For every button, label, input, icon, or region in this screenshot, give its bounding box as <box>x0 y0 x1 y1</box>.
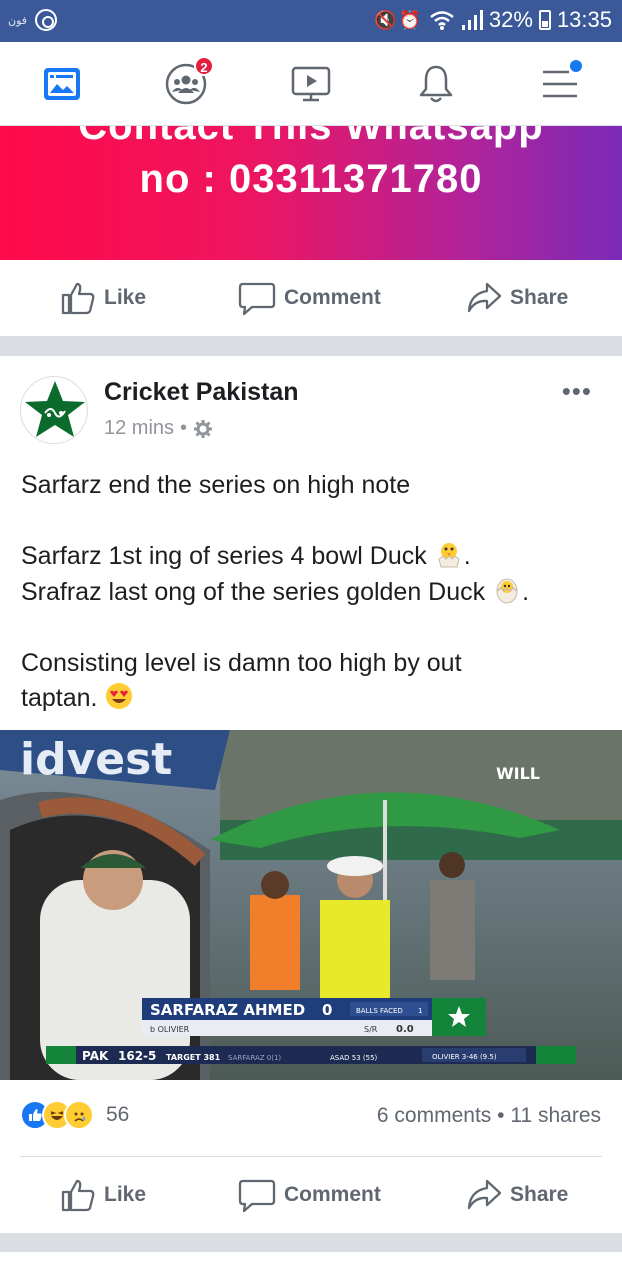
meta-dot: • <box>180 417 188 439</box>
sr-value: 0.0 <box>396 1024 414 1035</box>
post-line: taptan. <box>21 681 611 717</box>
previous-post-banner[interactable]: Contact This Whatsapp no : 03311371780 <box>0 126 622 260</box>
post-time[interactable]: 12 mins <box>104 417 174 440</box>
like-label: Like <box>104 286 147 309</box>
player-runs: 0 <box>322 1001 332 1019</box>
like-label: Like <box>104 1183 147 1206</box>
share-label: Share <box>510 1183 569 1206</box>
post-text: Sarfarz end the series on high note Sarf… <box>21 468 611 717</box>
comment-count[interactable]: 6 comments <box>377 1104 491 1127</box>
comment-button[interactable]: Comment <box>238 1157 381 1233</box>
player-name: SARFARAZ AHMED <box>150 1001 305 1019</box>
status-right: 🔇⏰ 32% 13:35 <box>374 7 612 33</box>
post-actions: Like Comment Share <box>0 1157 622 1233</box>
balls-faced-label: BALLS FACED <box>356 1007 403 1015</box>
banner-line-1: Contact This Whatsapp <box>78 126 544 148</box>
next-post-peek <box>0 1252 622 1280</box>
post-line: Sarfarz 1st ing of series 4 bowl Duck . <box>21 539 611 575</box>
banner-line-2: no : 03311371780 <box>139 157 483 201</box>
comment-button[interactable]: Comment <box>238 260 381 336</box>
post-line: Srafraz last ong of the series golden Du… <box>21 575 611 611</box>
thumbs-up-icon <box>61 282 95 315</box>
friends-badge: 2 <box>194 56 214 76</box>
comment-label: Comment <box>284 1183 381 1206</box>
post-stats[interactable]: 6 comments • 11 shares <box>377 1104 601 1128</box>
sponsor-text: idvest <box>20 734 172 785</box>
pakistan-star-logo <box>25 381 85 437</box>
channel-logo: WILL <box>496 764 540 783</box>
watch-icon <box>291 66 331 102</box>
tab-menu[interactable] <box>536 60 584 108</box>
more-options-icon[interactable]: ••• <box>562 376 592 407</box>
stats-dot: • <box>497 1104 511 1127</box>
ticker-team: PAK <box>82 1049 109 1063</box>
bell-icon <box>419 65 453 103</box>
status-bar: فون 🔇⏰ 32% 13:35 <box>0 0 622 42</box>
hatching-chick-icon <box>438 543 460 568</box>
dismissal: b OLIVIER <box>150 1025 190 1034</box>
sync-icon <box>35 9 58 31</box>
share-icon <box>467 1179 502 1210</box>
balls-faced: 1 <box>418 1007 422 1015</box>
feed-separator <box>0 336 622 356</box>
post-line: Sarfarz end the series on high note <box>21 471 411 499</box>
reaction-count: 56 <box>106 1103 130 1126</box>
status-icons: 🔇⏰ <box>374 9 423 30</box>
share-label: Share <box>510 286 569 309</box>
hatching-egg-icon <box>496 578 518 603</box>
clock: 13:35 <box>556 7 612 32</box>
thumbs-up-icon <box>61 1179 95 1212</box>
news-feed-icon <box>44 68 80 100</box>
battery-icon <box>538 10 551 30</box>
sr-label: S/R <box>364 1025 378 1034</box>
like-button[interactable]: Like <box>60 260 146 336</box>
tab-notifications[interactable] <box>412 60 460 108</box>
like-button[interactable]: Like <box>60 1157 146 1233</box>
status-left: فون <box>8 9 58 31</box>
signal-icon <box>461 10 483 30</box>
reaction-summary[interactable]: 56 <box>20 1100 129 1130</box>
share-count[interactable]: 11 shares <box>510 1104 601 1127</box>
comment-icon <box>238 1179 276 1213</box>
comment-icon <box>238 282 276 316</box>
wifi-icon <box>430 11 454 30</box>
facebook-tab-bar: 2 <box>0 42 622 126</box>
post-video[interactable]: idvest WILL SARFARAZ AHMED 0 BALLS FACED… <box>0 730 622 1080</box>
comment-label: Comment <box>284 286 381 309</box>
share-button[interactable]: Share <box>466 1157 568 1233</box>
page-name[interactable]: Cricket Pakistan <box>104 378 299 407</box>
tab-watch[interactable] <box>287 60 335 108</box>
battery-percent: 32% <box>488 7 533 32</box>
reaction-icons <box>20 1100 94 1130</box>
video-frame: idvest WILL SARFARAZ AHMED 0 BALLS FACED… <box>0 730 622 1080</box>
page-avatar[interactable] <box>20 376 88 444</box>
gear-icon <box>194 419 213 438</box>
tab-friends[interactable]: 2 <box>162 56 214 108</box>
heart-eyes-emoji-icon <box>106 683 133 709</box>
ticker-bowler: OLIVIER 3-46 (9.5) <box>432 1053 497 1061</box>
ticker-score: 162-5 <box>118 1049 156 1063</box>
previous-post-actions: Like Comment Share <box>0 260 622 336</box>
sad-reaction-icon <box>64 1100 94 1130</box>
ticker-batter-1: SARFARAZ 0(1) <box>228 1054 281 1062</box>
share-button[interactable]: Share <box>466 260 568 336</box>
share-icon <box>467 282 502 313</box>
post-line: Consisting level is damn too high by out <box>21 648 462 677</box>
ticker-target: TARGET 381 <box>166 1053 221 1062</box>
feed-separator <box>0 1233 622 1253</box>
tab-news-feed[interactable] <box>38 60 86 108</box>
carrier-label: فون <box>8 14 28 27</box>
menu-new-dot <box>570 60 582 72</box>
post-meta: 12 mins • <box>104 417 213 440</box>
ticker-batter-2: ASAD 53 (55) <box>330 1054 378 1062</box>
